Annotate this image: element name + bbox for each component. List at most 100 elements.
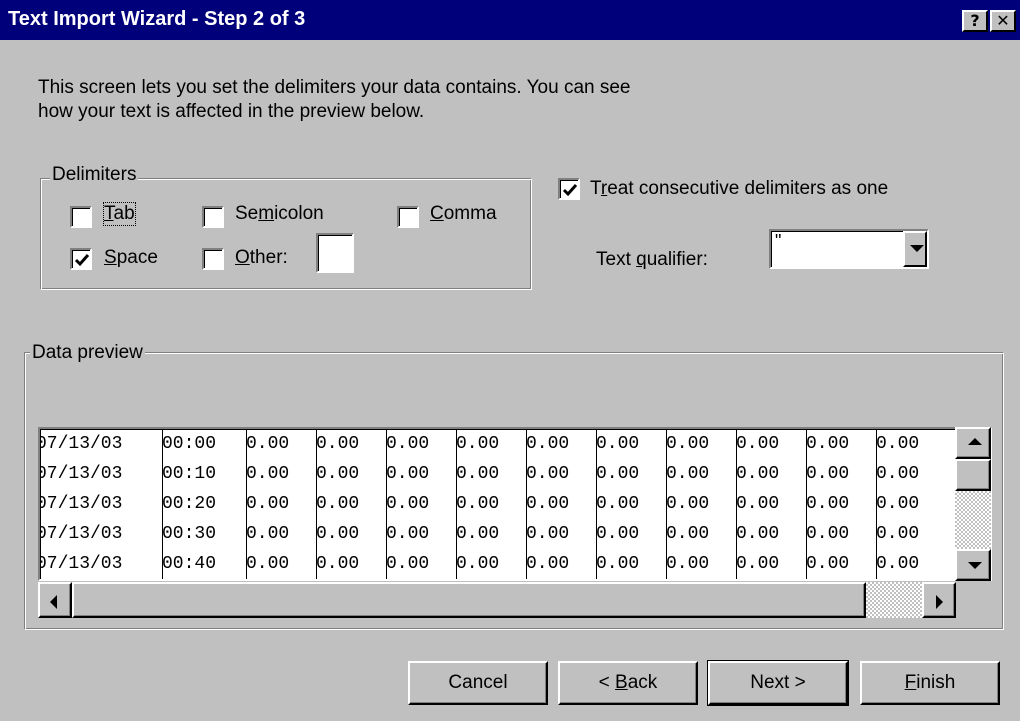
table-cell: 0.00: [526, 554, 570, 574]
intro-text: This screen lets you set the delimiters …: [38, 76, 631, 124]
table-cell: 0.00: [736, 494, 780, 514]
column-divider[interactable]: [806, 429, 807, 579]
horizontal-scroll-thumb[interactable]: [72, 582, 866, 618]
table-cell: 0.00: [736, 464, 780, 484]
column-divider[interactable]: [596, 429, 597, 579]
table-cell: 0.00: [526, 494, 570, 514]
table-cell: 0.00: [386, 524, 430, 544]
table-cell: 0.00: [806, 434, 850, 454]
close-button[interactable]: ✕: [990, 10, 1016, 32]
table-cell: 0.00: [806, 494, 850, 514]
table-cell: 0.00: [246, 554, 290, 574]
next-button[interactable]: Next >: [707, 660, 849, 706]
table-cell: 0.00: [806, 554, 850, 574]
column-divider[interactable]: [316, 429, 317, 579]
arrow-up-icon: [968, 438, 982, 445]
table-cell: 0.00: [316, 464, 360, 484]
table-cell: 00:40: [162, 554, 217, 574]
consecutive-label: Treat consecutive delimiters as one: [590, 178, 889, 199]
table-cell: 0.00: [246, 494, 290, 514]
table-cell: 0.00: [876, 524, 920, 544]
column-divider[interactable]: [526, 429, 527, 579]
consecutive-checkbox[interactable]: [558, 178, 580, 200]
table-cell: 07/13/03: [38, 524, 123, 544]
data-preview-grid[interactable]: 07/13/03 00:00 0.00 0.00 0.00 0.00 0.00 0.00 0.0…: [38, 427, 992, 581]
cancel-button[interactable]: Cancel: [408, 661, 548, 705]
vertical-scrollbar[interactable]: [955, 427, 991, 581]
table-cell: 0.00: [736, 524, 780, 544]
table-cell: 0.00: [666, 434, 710, 454]
tab-checkbox[interactable]: [70, 206, 92, 228]
table-cell: 0.00: [456, 464, 500, 484]
table-cell: 0.00: [666, 494, 710, 514]
arrow-right-icon: [936, 595, 943, 609]
intro-line-1: This screen lets you set the delimiters …: [38, 77, 631, 98]
scroll-down-button[interactable]: [955, 549, 991, 581]
column-divider[interactable]: [876, 429, 877, 579]
text-qualifier-label: Text qualifier:: [596, 249, 708, 270]
table-cell: 0.00: [666, 554, 710, 574]
table-cell: 00:20: [162, 494, 217, 514]
table-cell: 0.00: [456, 494, 500, 514]
chevron-down-icon: [910, 245, 924, 252]
space-checkbox[interactable]: [70, 248, 92, 270]
table-cell: 0.00: [596, 434, 640, 454]
arrow-down-icon: [968, 562, 982, 569]
table-cell: 0.00: [526, 464, 570, 484]
table-cell: 0.00: [736, 554, 780, 574]
table-cell: 0.00: [876, 554, 920, 574]
scroll-left-button[interactable]: [38, 582, 72, 618]
back-button[interactable]: < Back: [558, 661, 698, 705]
window-title: Text Import Wizard - Step 2 of 3: [8, 8, 306, 30]
dropdown-button[interactable]: [903, 231, 927, 267]
table-cell: 0.00: [596, 524, 640, 544]
column-divider[interactable]: [162, 429, 163, 579]
table-cell: 0.00: [316, 434, 360, 454]
checkmark-icon: [74, 254, 90, 267]
table-cell: 0.00: [596, 494, 640, 514]
table-cell: 0.00: [316, 554, 360, 574]
delimiters-legend: Delimiters: [50, 164, 139, 186]
tab-label: Tab: [103, 202, 136, 226]
table-cell: 0.00: [386, 554, 430, 574]
data-preview-legend: Data preview: [30, 342, 145, 364]
table-cell: 0.00: [316, 494, 360, 514]
delimiters-group: [40, 178, 532, 290]
close-icon: ✕: [996, 11, 1010, 30]
semicolon-label: Semicolon: [235, 203, 324, 224]
comma-label: Comma: [430, 203, 497, 224]
space-label: Space: [104, 247, 158, 268]
table-cell: 0.00: [456, 434, 500, 454]
title-bar: Text Import Wizard - Step 2 of 3 ? ✕: [0, 0, 1020, 40]
table-cell: 0.00: [876, 434, 920, 454]
semicolon-checkbox[interactable]: [202, 206, 224, 228]
comma-checkbox[interactable]: [397, 206, 419, 228]
table-cell: 07/13/03: [38, 434, 123, 454]
table-cell: 0.00: [246, 464, 290, 484]
column-divider[interactable]: [456, 429, 457, 579]
table-cell: 0.00: [736, 434, 780, 454]
table-cell: 0.00: [456, 554, 500, 574]
table-cell: 0.00: [806, 464, 850, 484]
other-checkbox[interactable]: [202, 248, 224, 270]
scroll-right-button[interactable]: [922, 582, 956, 618]
other-label: Other:: [235, 247, 288, 268]
table-cell: 0.00: [386, 494, 430, 514]
table-cell: 0.00: [456, 524, 500, 544]
horizontal-scrollbar[interactable]: [38, 582, 956, 618]
column-divider[interactable]: [386, 429, 387, 579]
table-cell: 0.00: [386, 464, 430, 484]
table-cell: 0.00: [806, 524, 850, 544]
checkmark-icon: [562, 184, 578, 197]
text-qualifier-select[interactable]: ": [769, 229, 929, 269]
table-cell: 0.00: [246, 524, 290, 544]
column-divider[interactable]: [246, 429, 247, 579]
table-cell: 0.00: [526, 524, 570, 544]
other-input[interactable]: [316, 233, 354, 273]
help-button[interactable]: ?: [962, 10, 988, 32]
finish-button[interactable]: Finish: [860, 661, 1000, 705]
column-divider[interactable]: [736, 429, 737, 579]
scroll-thumb[interactable]: [955, 459, 991, 491]
column-divider[interactable]: [666, 429, 667, 579]
scroll-up-button[interactable]: [955, 427, 991, 459]
